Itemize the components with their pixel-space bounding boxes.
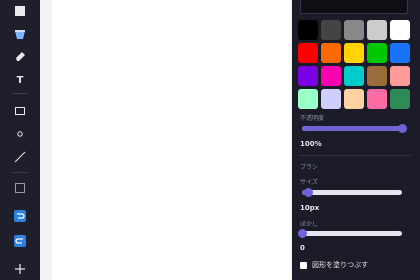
color-swatch[interactable] xyxy=(298,20,318,40)
color-palette xyxy=(298,20,412,109)
blur-value: 0 xyxy=(300,244,305,252)
drawing-canvas[interactable] xyxy=(52,0,290,280)
toolbar: T xyxy=(0,0,40,280)
color-swatch[interactable] xyxy=(321,20,341,40)
plus-icon[interactable] xyxy=(8,258,32,280)
bucket-icon[interactable] xyxy=(8,24,32,46)
undo-icon[interactable] xyxy=(8,205,32,227)
opacity-label: 不透明度 xyxy=(300,115,325,122)
opacity-slider-fill xyxy=(302,126,402,131)
color-swatch[interactable] xyxy=(321,89,341,109)
color-swatch[interactable] xyxy=(390,66,410,86)
text-icon[interactable]: T xyxy=(8,69,32,91)
fill-shape-label: 図形を塗りつぶす xyxy=(312,261,369,269)
toolbar-divider xyxy=(12,93,28,94)
properties-panel: 不透明度 100% ブラシ サイズ 10px ぼかし 0 図形を塗りつぶす xyxy=(292,0,420,280)
blur-slider-thumb[interactable] xyxy=(298,229,307,238)
color-swatch[interactable] xyxy=(344,66,364,86)
opacity-value: 100% xyxy=(300,140,322,148)
size-slider[interactable] xyxy=(302,188,402,197)
color-swatch[interactable] xyxy=(367,20,387,40)
brush-section-title: ブラシ xyxy=(300,164,318,171)
color-swatch[interactable] xyxy=(367,89,387,109)
size-value: 10px xyxy=(300,204,320,212)
rectangle-icon[interactable] xyxy=(8,100,32,122)
frame-icon[interactable] xyxy=(8,177,32,199)
color-swatch[interactable] xyxy=(390,43,410,63)
size-slider-thumb[interactable] xyxy=(304,188,313,197)
rectangle-fill-icon[interactable] xyxy=(8,0,32,22)
toolbar-divider xyxy=(12,172,28,173)
fill-shape-checkbox[interactable] xyxy=(300,261,307,269)
fill-shape-option[interactable]: 図形を塗りつぶす xyxy=(300,260,368,270)
pencil-icon[interactable] xyxy=(8,46,32,68)
blur-slider[interactable] xyxy=(298,229,402,238)
color-swatch[interactable] xyxy=(390,89,410,109)
color-preview xyxy=(300,0,408,14)
color-swatch[interactable] xyxy=(298,89,318,109)
redo-icon[interactable] xyxy=(8,230,32,252)
color-swatch[interactable] xyxy=(298,66,318,86)
size-label: サイズ xyxy=(300,179,318,186)
color-swatch[interactable] xyxy=(344,43,364,63)
circle-icon[interactable] xyxy=(8,123,32,145)
opacity-slider-thumb[interactable] xyxy=(398,124,407,133)
color-swatch[interactable] xyxy=(367,43,387,63)
blur-label: ぼかし xyxy=(300,221,319,228)
color-swatch[interactable] xyxy=(321,43,341,63)
line-icon[interactable] xyxy=(8,146,32,168)
color-swatch[interactable] xyxy=(344,20,364,40)
color-swatch[interactable] xyxy=(344,89,364,109)
color-swatch[interactable] xyxy=(367,66,387,86)
opacity-slider[interactable] xyxy=(302,124,407,133)
color-swatch[interactable] xyxy=(321,66,341,86)
section-divider xyxy=(298,155,412,156)
color-swatch[interactable] xyxy=(390,20,410,40)
color-swatch[interactable] xyxy=(298,43,318,63)
